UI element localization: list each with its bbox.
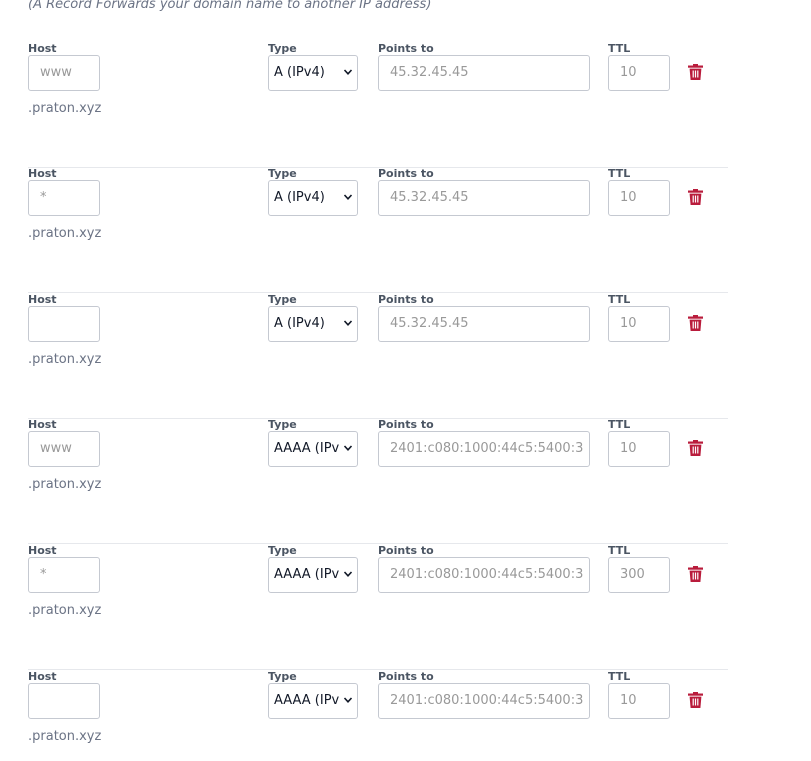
host-input[interactable] — [28, 306, 100, 342]
type-label: Type — [268, 293, 297, 306]
domain-suffix: .praton.xyz — [28, 477, 102, 492]
type-select[interactable]: AAAA (IPv — [268, 431, 358, 467]
dns-record-row: Host Type Points to TTL A (IPv4) 45.32.4… — [28, 293, 728, 419]
dns-record-row: Host Type Points to TTL AAAA (IPv 2401:c… — [28, 670, 728, 761]
type-select-value: AAAA (IPv — [274, 441, 340, 456]
intro-text: (A Record Forwards your domain name to a… — [28, 0, 432, 12]
domain-suffix: .praton.xyz — [28, 101, 102, 116]
ttl-input[interactable]: 10 — [608, 431, 670, 467]
type-select[interactable]: A (IPv4) — [268, 180, 358, 216]
type-select-value: A (IPv4) — [274, 65, 325, 80]
type-label: Type — [268, 42, 297, 55]
ttl-input[interactable]: 10 — [608, 306, 670, 342]
host-label: Host — [28, 42, 57, 55]
domain-suffix: .praton.xyz — [28, 603, 102, 618]
points-to-label: Points to — [378, 670, 434, 683]
type-select[interactable]: AAAA (IPv — [268, 683, 358, 719]
chevron-down-icon — [343, 571, 353, 577]
host-label: Host — [28, 544, 57, 557]
host-label: Host — [28, 167, 57, 180]
domain-suffix: .praton.xyz — [28, 226, 102, 241]
type-select[interactable]: AAAA (IPv — [268, 557, 358, 593]
ttl-label: TTL — [608, 544, 631, 557]
dns-record-row: Host Type Points to TTL * A (IPv4) 45.32… — [28, 167, 728, 293]
ttl-label: TTL — [608, 670, 631, 683]
points-to-input[interactable]: 2401:c080:1000:44c5:5400:3 — [378, 431, 590, 467]
type-label: Type — [268, 544, 297, 557]
ttl-label: TTL — [608, 418, 631, 431]
type-select-value: AAAA (IPv — [274, 693, 340, 708]
type-label: Type — [268, 167, 297, 180]
trash-icon[interactable] — [688, 566, 703, 582]
host-input[interactable]: www — [28, 55, 100, 91]
dns-record-row: Host Type Points to TTL * AAAA (IPv 2401… — [28, 544, 728, 670]
type-select-value: A (IPv4) — [274, 190, 325, 205]
domain-suffix: .praton.xyz — [28, 729, 102, 744]
dns-record-row: Host Type Points to TTL www AAAA (IPv 24… — [28, 418, 728, 544]
dns-records-page: (A Record Forwards your domain name to a… — [0, 0, 811, 761]
points-to-input[interactable]: 45.32.45.45 — [378, 306, 590, 342]
ttl-input[interactable]: 10 — [608, 55, 670, 91]
trash-icon[interactable] — [688, 315, 703, 331]
host-label: Host — [28, 670, 57, 683]
points-to-label: Points to — [378, 167, 434, 180]
host-input[interactable]: * — [28, 180, 100, 216]
chevron-down-icon — [343, 194, 353, 200]
points-to-input[interactable]: 45.32.45.45 — [378, 55, 590, 91]
points-to-label: Points to — [378, 293, 434, 306]
domain-suffix: .praton.xyz — [28, 352, 102, 367]
type-label: Type — [268, 670, 297, 683]
chevron-down-icon — [343, 320, 353, 326]
points-to-label: Points to — [378, 42, 434, 55]
trash-icon[interactable] — [688, 189, 703, 205]
chevron-down-icon — [343, 697, 353, 703]
host-label: Host — [28, 418, 57, 431]
host-input[interactable] — [28, 683, 100, 719]
points-to-label: Points to — [378, 544, 434, 557]
points-to-input[interactable]: 45.32.45.45 — [378, 180, 590, 216]
ttl-label: TTL — [608, 167, 631, 180]
ttl-input[interactable]: 10 — [608, 180, 670, 216]
chevron-down-icon — [343, 69, 353, 75]
type-select-value: A (IPv4) — [274, 316, 325, 331]
host-label: Host — [28, 293, 57, 306]
ttl-label: TTL — [608, 293, 631, 306]
points-to-label: Points to — [378, 418, 434, 431]
ttl-input[interactable]: 10 — [608, 683, 670, 719]
points-to-input[interactable]: 2401:c080:1000:44c5:5400:3 — [378, 683, 590, 719]
ttl-input[interactable]: 300 — [608, 557, 670, 593]
dns-record-row: Host Type Points to TTL www A (IPv4) 45.… — [28, 42, 728, 168]
chevron-down-icon — [343, 445, 353, 451]
type-select[interactable]: A (IPv4) — [268, 306, 358, 342]
points-to-input[interactable]: 2401:c080:1000:44c5:5400:3 — [378, 557, 590, 593]
ttl-label: TTL — [608, 42, 631, 55]
host-input[interactable]: * — [28, 557, 100, 593]
trash-icon[interactable] — [688, 440, 703, 456]
type-select-value: AAAA (IPv — [274, 567, 340, 582]
host-input[interactable]: www — [28, 431, 100, 467]
type-select[interactable]: A (IPv4) — [268, 55, 358, 91]
type-label: Type — [268, 418, 297, 431]
trash-icon[interactable] — [688, 692, 703, 708]
trash-icon[interactable] — [688, 64, 703, 80]
